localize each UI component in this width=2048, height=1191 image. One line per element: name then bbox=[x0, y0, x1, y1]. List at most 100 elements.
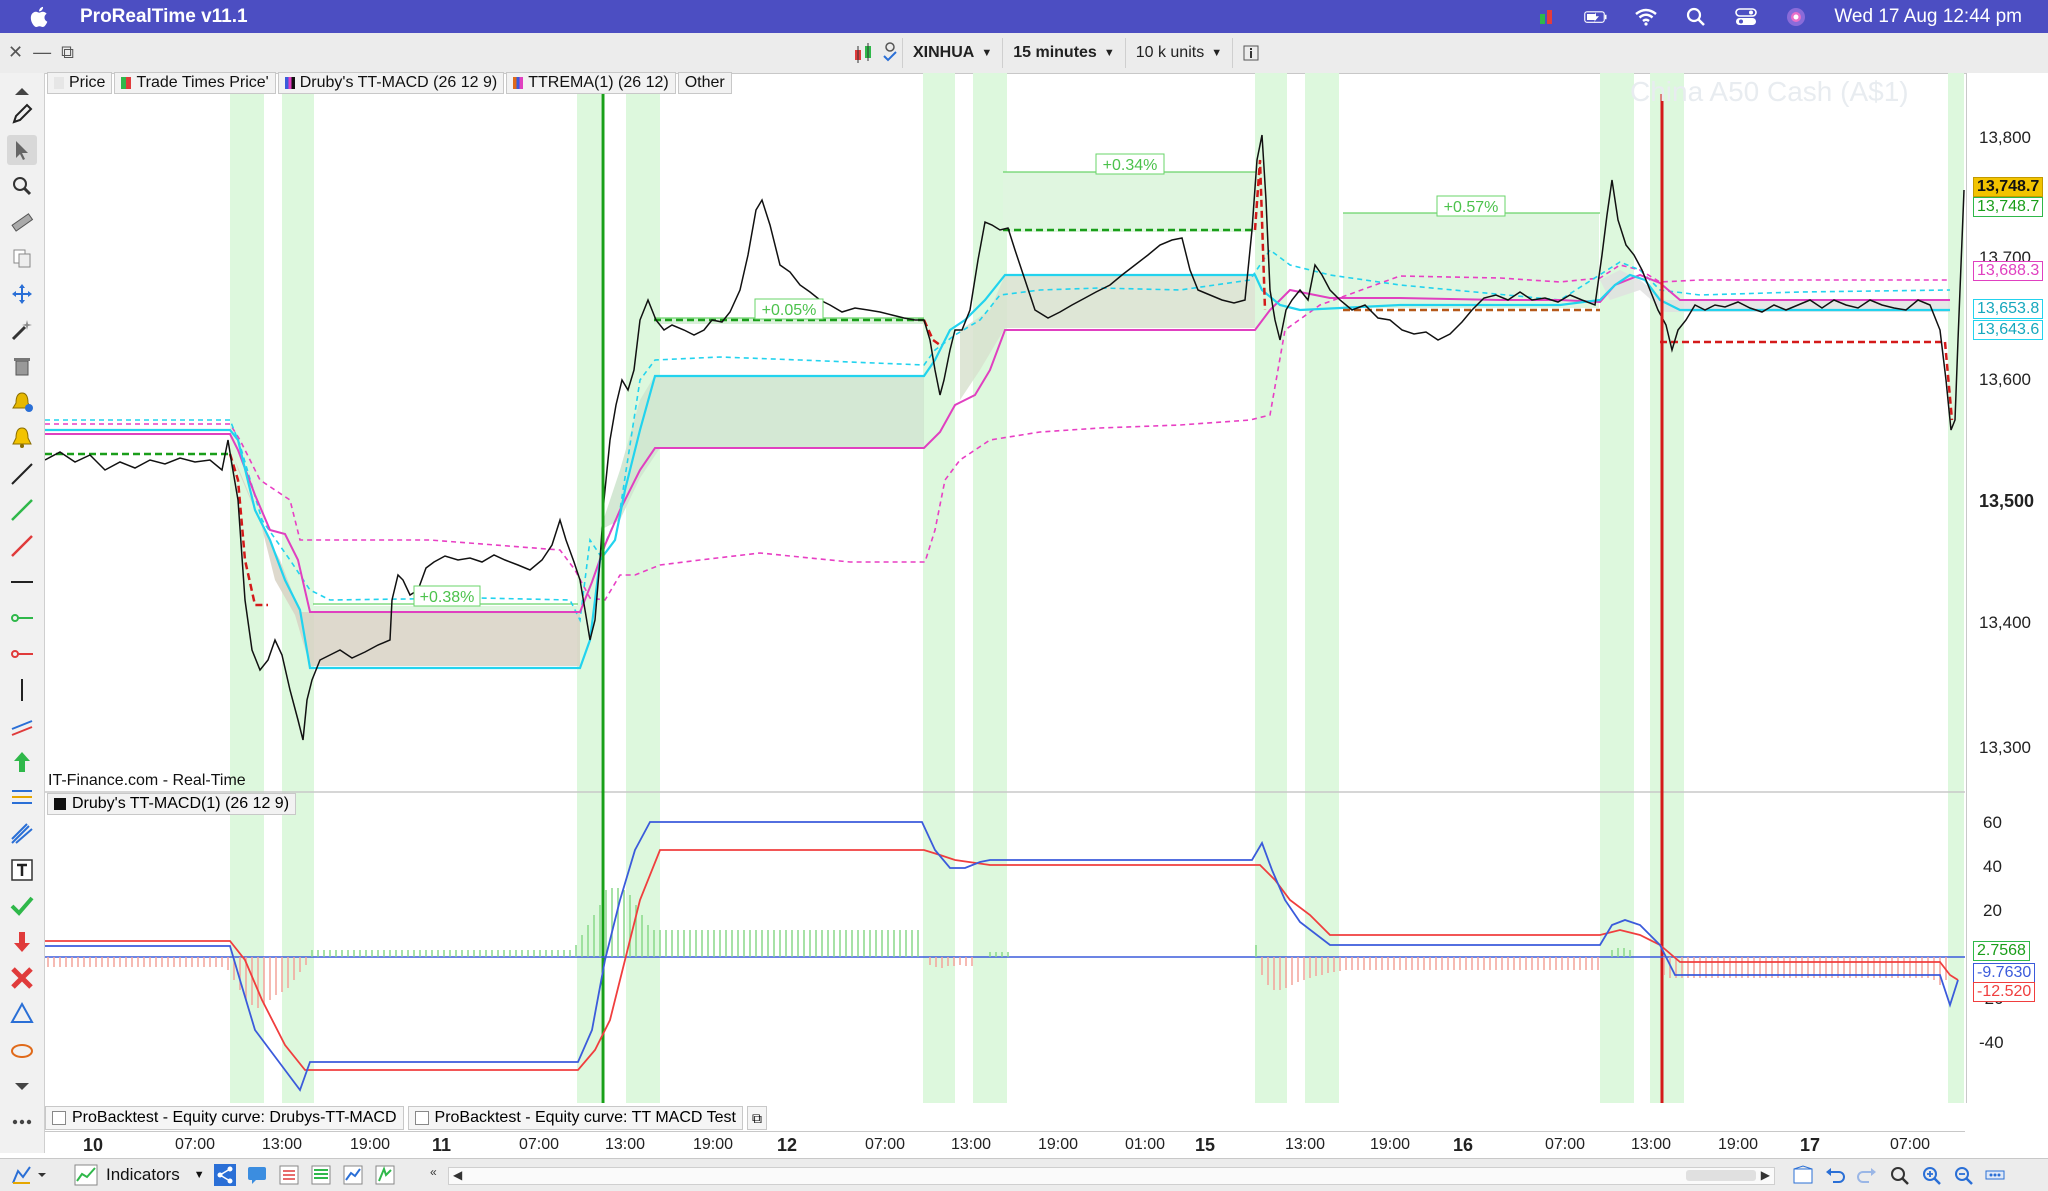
timeframe-selector[interactable]: 15 minutes ▼ bbox=[1002, 38, 1124, 68]
text-tool-icon[interactable] bbox=[7, 855, 37, 885]
green-hline-icon[interactable] bbox=[7, 603, 37, 633]
trade-boxes bbox=[313, 171, 1600, 614]
sell-arrow-icon[interactable] bbox=[7, 927, 37, 957]
copy-icon[interactable] bbox=[7, 243, 37, 273]
alert-settings-icon[interactable] bbox=[7, 387, 37, 417]
time-axis[interactable]: 10 07:00 13:00 19:00 11 07:00 13:00 19:0… bbox=[45, 1131, 1965, 1158]
checkbox[interactable] bbox=[414, 1111, 429, 1125]
fibonacci-icon[interactable] bbox=[7, 783, 37, 813]
green-line-tool-icon[interactable] bbox=[7, 495, 37, 525]
zoom-out-icon[interactable] bbox=[1952, 1164, 1974, 1186]
data-source-label: IT-Finance.com - Real-Time bbox=[48, 772, 246, 789]
price-chart[interactable]: +0.38% +0.05% +0.34% +0.57% bbox=[45, 73, 1965, 1103]
channel-icon[interactable] bbox=[7, 711, 37, 741]
link-icon[interactable] bbox=[878, 39, 902, 67]
delete-x-icon[interactable] bbox=[7, 963, 37, 993]
time-tick: 07:00 bbox=[865, 1136, 906, 1153]
history-icon[interactable] bbox=[1792, 1164, 1814, 1186]
screener-icon[interactable] bbox=[310, 1164, 332, 1186]
pointer-icon[interactable] bbox=[7, 135, 37, 165]
more-tools-icon[interactable] bbox=[7, 1107, 37, 1137]
checkbox[interactable] bbox=[52, 1111, 66, 1125]
time-tick: 12 bbox=[777, 1135, 798, 1155]
scroll-left-icon[interactable]: ◀ bbox=[453, 1168, 462, 1182]
macd-pane-legend[interactable]: Druby's TT-MACD(1) (26 12 9) bbox=[47, 793, 297, 815]
apple-menu-icon[interactable] bbox=[28, 5, 52, 29]
equity-tab-drubys[interactable]: ProBacktest - Equity curve: Drubys-TT-MA… bbox=[45, 1106, 404, 1130]
info-button[interactable] bbox=[1232, 38, 1269, 68]
indicators-menu[interactable]: Indicators ▼ bbox=[74, 1163, 205, 1187]
time-tick: 13:00 bbox=[951, 1136, 992, 1153]
ellipse-icon[interactable] bbox=[7, 1035, 37, 1065]
time-tick: 07:00 bbox=[1545, 1136, 1586, 1153]
vertical-line-icon[interactable] bbox=[7, 675, 37, 705]
time-tick: 19:00 bbox=[693, 1136, 734, 1153]
chat-icon[interactable] bbox=[246, 1164, 268, 1186]
battery-icon[interactable] bbox=[1584, 7, 1608, 27]
legend-other[interactable]: Other bbox=[677, 72, 732, 94]
price-axis[interactable]: 13,800 13,700 13,600 13,500 13,400 13,30… bbox=[1966, 73, 2048, 1103]
price-tick: 13,800 bbox=[1979, 128, 2031, 147]
chart-menu-icon[interactable] bbox=[10, 1163, 50, 1187]
order-list-icon[interactable] bbox=[278, 1164, 300, 1186]
zoom-in-icon[interactable] bbox=[1920, 1164, 1942, 1186]
more-options-icon[interactable] bbox=[1984, 1164, 2006, 1186]
time-tick: 07:00 bbox=[519, 1136, 560, 1153]
legend-tt-macd[interactable]: Druby's TT-MACD (26 12 9) bbox=[277, 72, 505, 94]
chart-scrollbar[interactable]: ◀ ▶ bbox=[448, 1167, 1775, 1185]
equity-tab-tt-macd-test[interactable]: ProBacktest - Equity curve: TT MACD Test bbox=[407, 1106, 743, 1130]
detach-panel-button[interactable]: ⧉ bbox=[746, 1106, 767, 1130]
siri-icon[interactable] bbox=[1784, 7, 1808, 27]
instrument-selector[interactable]: XINHUA ▼ bbox=[902, 38, 1002, 68]
zoom-fit-icon[interactable] bbox=[1888, 1164, 1910, 1186]
spotlight-search-icon[interactable] bbox=[1684, 7, 1708, 27]
scroll-right-icon[interactable]: ▶ bbox=[1761, 1168, 1770, 1182]
magic-tool-icon[interactable] bbox=[7, 315, 37, 345]
legend-trade-times-price[interactable]: Trade Times Price' bbox=[114, 72, 276, 94]
signal-value-badge: -12.520 bbox=[1973, 982, 2036, 1002]
wifi-icon[interactable] bbox=[1634, 7, 1658, 27]
share-icon[interactable] bbox=[214, 1164, 236, 1186]
probuilder-icon[interactable] bbox=[374, 1164, 396, 1186]
red-line-tool-icon[interactable] bbox=[7, 531, 37, 561]
window-controls: ✕ — ⧉ bbox=[8, 42, 74, 63]
ruler-icon[interactable] bbox=[7, 207, 37, 237]
horizontal-line-icon[interactable] bbox=[7, 567, 37, 597]
pencil-icon[interactable] bbox=[7, 99, 37, 129]
equity-tab-label: ProBacktest - Equity curve: Drubys-TT-MA… bbox=[72, 1109, 397, 1126]
move-icon[interactable] bbox=[7, 279, 37, 309]
trash-icon[interactable] bbox=[7, 351, 37, 381]
app-status-icon[interactable] bbox=[1534, 7, 1558, 27]
time-tick: 17 bbox=[1800, 1135, 1821, 1155]
legend-price[interactable]: Price bbox=[47, 72, 113, 94]
last-price-badge: 13,748.7 bbox=[1973, 177, 2044, 197]
alert-bell-icon[interactable] bbox=[7, 423, 37, 453]
backtest-icon[interactable] bbox=[342, 1164, 364, 1186]
chevron-down-icon: ▼ bbox=[1103, 47, 1115, 59]
triangle-icon[interactable] bbox=[7, 999, 37, 1029]
equity-curve-tabs: ProBacktest - Equity curve: Drubys-TT-MA… bbox=[45, 1106, 771, 1130]
pitchfork-icon[interactable] bbox=[7, 819, 37, 849]
redo-icon[interactable] bbox=[1856, 1164, 1878, 1186]
buy-arrow-icon[interactable] bbox=[7, 747, 37, 777]
time-tick: 10 bbox=[83, 1135, 104, 1155]
units-selector[interactable]: 10 k units ▼ bbox=[1124, 38, 1232, 68]
red-hline-icon[interactable] bbox=[7, 639, 37, 669]
close-window-icon[interactable]: ✕ bbox=[8, 42, 23, 63]
control-center-icon[interactable] bbox=[1734, 7, 1758, 27]
time-tick: 13:00 bbox=[262, 1136, 303, 1153]
expand-toolbar-icon[interactable] bbox=[7, 1071, 37, 1101]
undo-icon[interactable] bbox=[1824, 1164, 1846, 1186]
app-name[interactable]: ProRealTime v11.1 bbox=[80, 6, 248, 28]
detach-window-icon[interactable]: ⧉ bbox=[61, 42, 74, 63]
legend-label: Trade Times Price' bbox=[136, 74, 269, 91]
minimize-window-icon[interactable]: — bbox=[33, 42, 51, 63]
collapse-left-icon[interactable]: « bbox=[430, 1165, 437, 1179]
chart-style-icon[interactable] bbox=[850, 39, 878, 67]
legend-ttrema[interactable]: TTREMA(1) (26 12) bbox=[506, 72, 676, 94]
scrollbar-thumb[interactable] bbox=[1686, 1170, 1756, 1181]
line-tool-icon[interactable] bbox=[7, 459, 37, 489]
menubar-clock[interactable]: Wed 17 Aug 12:44 pm bbox=[1834, 6, 2022, 28]
check-icon[interactable] bbox=[7, 891, 37, 921]
zoom-icon[interactable] bbox=[7, 171, 37, 201]
